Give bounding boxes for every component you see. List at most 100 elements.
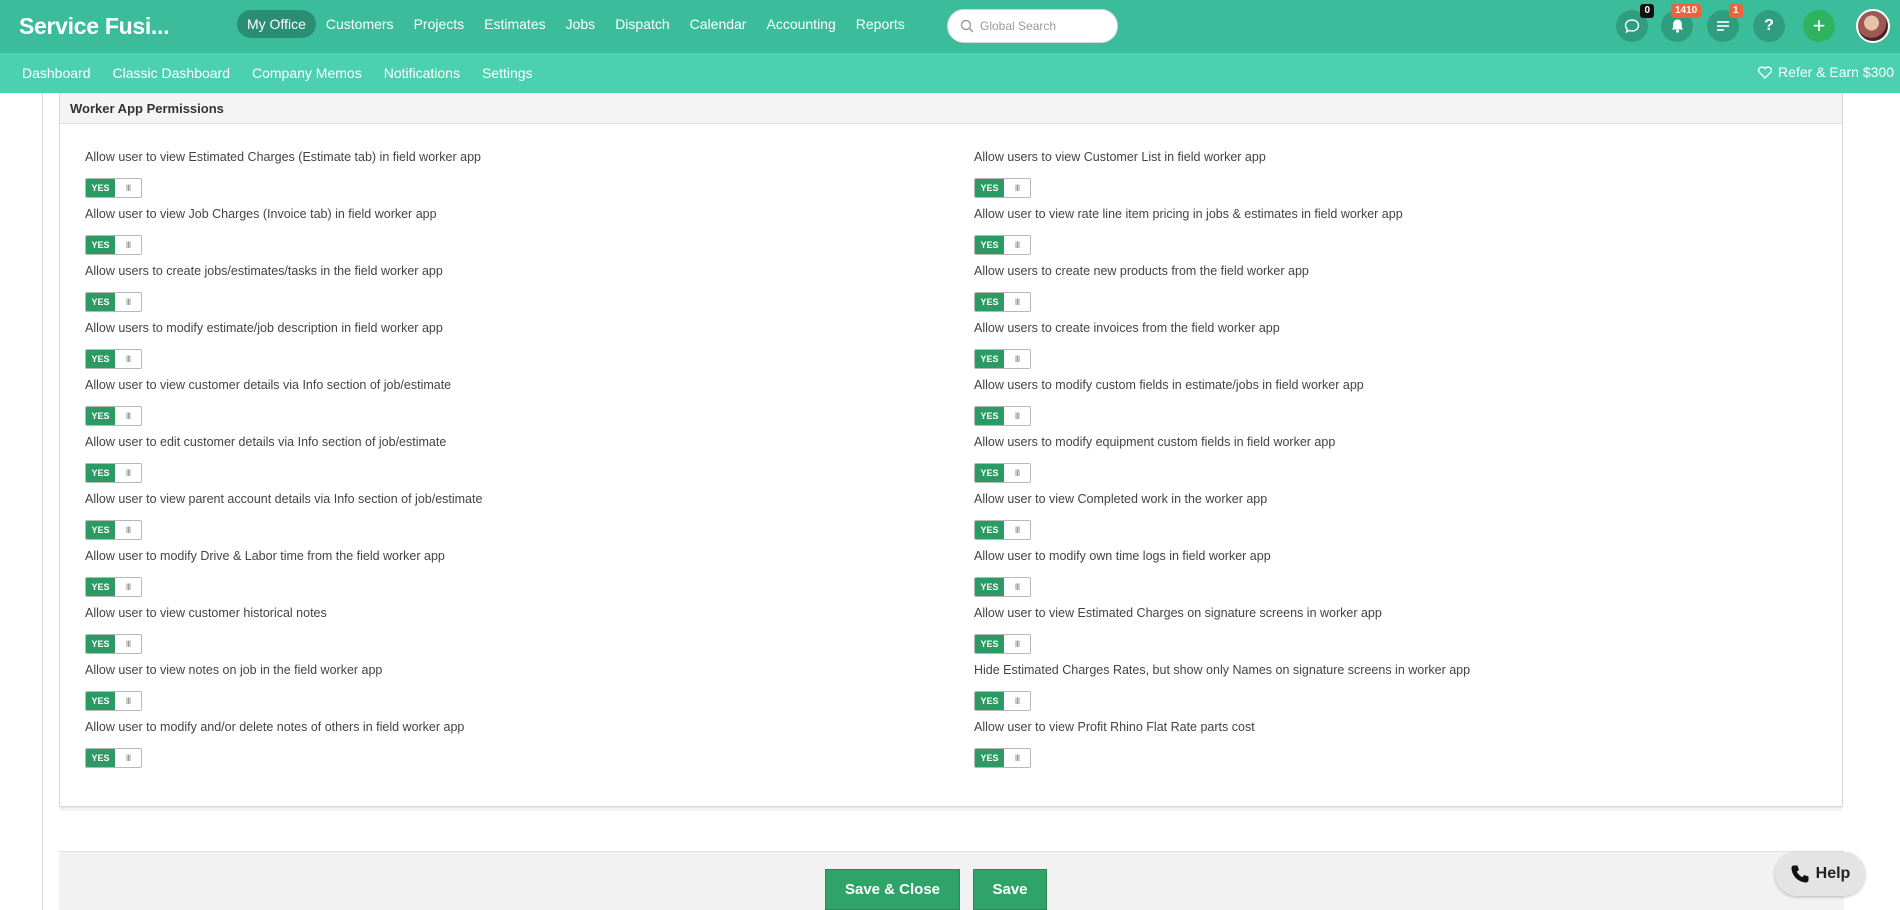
toggle-grip-icon: III — [1014, 411, 1021, 421]
nav-item-calendar[interactable]: Calendar — [680, 10, 757, 38]
permission-toggle[interactable]: YES III — [974, 748, 1031, 768]
search-input[interactable] — [980, 19, 1100, 33]
permission-label: Allow user to modify Drive & Labor time … — [85, 549, 445, 563]
help-circle-button[interactable]: ? — [1753, 10, 1785, 42]
subnav-item-classic-dashboard[interactable]: Classic Dashboard — [113, 65, 231, 81]
search-icon — [960, 19, 974, 33]
save-button[interactable]: Save — [973, 869, 1047, 910]
help-button[interactable]: Help — [1775, 852, 1865, 896]
permission-label: Allow users to modify estimate/job descr… — [85, 321, 443, 335]
permission-label: Allow user to view Completed work in the… — [974, 492, 1268, 506]
toggle-yes-label: YES — [86, 692, 115, 710]
toggle-grip-icon: III — [1014, 468, 1021, 478]
permission-label: Allow users to create jobs/estimates/tas… — [85, 264, 443, 278]
permission-toggle[interactable]: YES III — [974, 634, 1031, 654]
nav-item-projects[interactable]: Projects — [404, 10, 475, 38]
chat-button[interactable]: 0 — [1616, 4, 1654, 42]
toggle-yes-label: YES — [86, 464, 115, 482]
permission-toggle[interactable]: YES III — [85, 577, 142, 597]
permission-label: Allow users to modify custom fields in e… — [974, 378, 1364, 392]
subnav-item-dashboard[interactable]: Dashboard — [22, 65, 91, 81]
permission-row: Allow users to create jobs/estimates/tas… — [85, 264, 443, 312]
permission-row: Allow users to create invoices from the … — [974, 321, 1280, 369]
permission-toggle[interactable]: YES III — [974, 178, 1031, 198]
subnav-item-company-memos[interactable]: Company Memos — [252, 65, 362, 81]
toggle-grip-icon: III — [125, 183, 132, 193]
permission-toggle[interactable]: YES III — [974, 349, 1031, 369]
toggle-grip-icon: III — [125, 468, 132, 478]
permission-row: Allow user to view rate line item pricin… — [974, 207, 1403, 255]
toggle-grip-icon: III — [125, 753, 132, 763]
notifications-button[interactable]: 1410 — [1661, 4, 1702, 42]
permission-toggle[interactable]: YES III — [85, 691, 142, 711]
toggle-yes-label: YES — [975, 635, 1004, 653]
toggle-grip-icon: III — [125, 525, 132, 535]
permission-toggle[interactable]: YES III — [85, 748, 142, 768]
nav-item-my-office[interactable]: My Office — [237, 10, 316, 38]
permission-toggle[interactable]: YES III — [85, 349, 142, 369]
nav-item-dispatch[interactable]: Dispatch — [605, 10, 679, 38]
permission-label: Allow user to view Profit Rhino Flat Rat… — [974, 720, 1255, 734]
permission-toggle[interactable]: YES III — [974, 577, 1031, 597]
user-avatar[interactable] — [1856, 9, 1890, 43]
permission-toggle[interactable]: YES III — [85, 520, 142, 540]
refer-earn-link[interactable]: Refer & Earn $300 — [1758, 64, 1894, 80]
toggle-grip-icon: III — [1014, 639, 1021, 649]
tasks-badge: 1 — [1729, 4, 1743, 18]
nav-item-accounting[interactable]: Accounting — [756, 10, 845, 38]
permission-toggle[interactable]: YES III — [974, 520, 1031, 540]
toggle-yes-label: YES — [975, 464, 1004, 482]
subnav-item-settings[interactable]: Settings — [482, 65, 533, 81]
toggle-grip-icon: III — [125, 297, 132, 307]
brand-logo[interactable]: Service Fusi... — [19, 13, 170, 40]
permission-row: Allow user to view notes on job in the f… — [85, 663, 382, 711]
heart-icon — [1758, 65, 1773, 79]
toggle-yes-label: YES — [86, 749, 115, 767]
toggle-yes-label: YES — [86, 578, 115, 596]
phone-icon — [1791, 865, 1809, 883]
nav-item-reports[interactable]: Reports — [846, 10, 915, 38]
toggle-grip-icon: III — [1014, 297, 1021, 307]
permission-toggle[interactable]: YES III — [85, 178, 142, 198]
subnav-item-notifications[interactable]: Notifications — [384, 65, 460, 81]
permission-toggle[interactable]: YES III — [85, 634, 142, 654]
permission-row: Hide Estimated Charges Rates, but show o… — [974, 663, 1471, 711]
permission-label: Allow user to view Estimated Charges (Es… — [85, 150, 481, 164]
nav-item-customers[interactable]: Customers — [316, 10, 404, 38]
chat-icon — [1624, 19, 1640, 34]
create-new-button[interactable]: + — [1803, 10, 1835, 42]
nav-item-jobs[interactable]: Jobs — [556, 10, 606, 38]
global-search[interactable] — [947, 9, 1118, 43]
toggle-grip-icon: III — [1014, 753, 1021, 763]
question-icon: ? — [1764, 17, 1774, 34]
permission-label: Hide Estimated Charges Rates, but show o… — [974, 663, 1471, 677]
nav-item-estimates[interactable]: Estimates — [474, 10, 555, 38]
toggle-yes-label: YES — [86, 179, 115, 197]
save-close-button[interactable]: Save & Close — [825, 869, 960, 910]
main-nav: My Office Customers Projects Estimates Jobs D… — [237, 10, 915, 38]
toggle-yes-label: YES — [86, 407, 115, 425]
permission-toggle[interactable]: YES III — [85, 292, 142, 312]
permission-label: Allow users to create new products from … — [974, 264, 1309, 278]
toggle-yes-label: YES — [975, 293, 1004, 311]
permission-toggle[interactable]: YES III — [974, 235, 1031, 255]
permission-toggle[interactable]: YES III — [974, 292, 1031, 312]
permission-toggle[interactable]: YES III — [85, 406, 142, 426]
toggle-grip-icon: III — [125, 582, 132, 592]
permission-toggle[interactable]: YES III — [974, 691, 1031, 711]
toggle-yes-label: YES — [86, 521, 115, 539]
permission-label: Allow user to view parent account detail… — [85, 492, 483, 506]
tasks-button[interactable]: 1 — [1707, 4, 1743, 42]
sub-nav: Dashboard Classic Dashboard Company Memos N… — [22, 65, 555, 81]
permission-toggle[interactable]: YES III — [85, 235, 142, 255]
toggle-yes-label: YES — [975, 578, 1004, 596]
permission-row: Allow users to view Customer List in fie… — [974, 150, 1266, 198]
toggle-grip-icon: III — [1014, 525, 1021, 535]
permission-toggle[interactable]: YES III — [974, 406, 1031, 426]
permission-toggle[interactable]: YES III — [85, 463, 142, 483]
top-navbar: Service Fusi... My Office Customers Projec… — [0, 0, 1900, 53]
panel-title: Worker App Permissions — [60, 93, 1842, 124]
permission-toggle[interactable]: YES III — [974, 463, 1031, 483]
chat-badge: 0 — [1640, 4, 1654, 18]
permission-row: Allow user to edit customer details via … — [85, 435, 446, 483]
